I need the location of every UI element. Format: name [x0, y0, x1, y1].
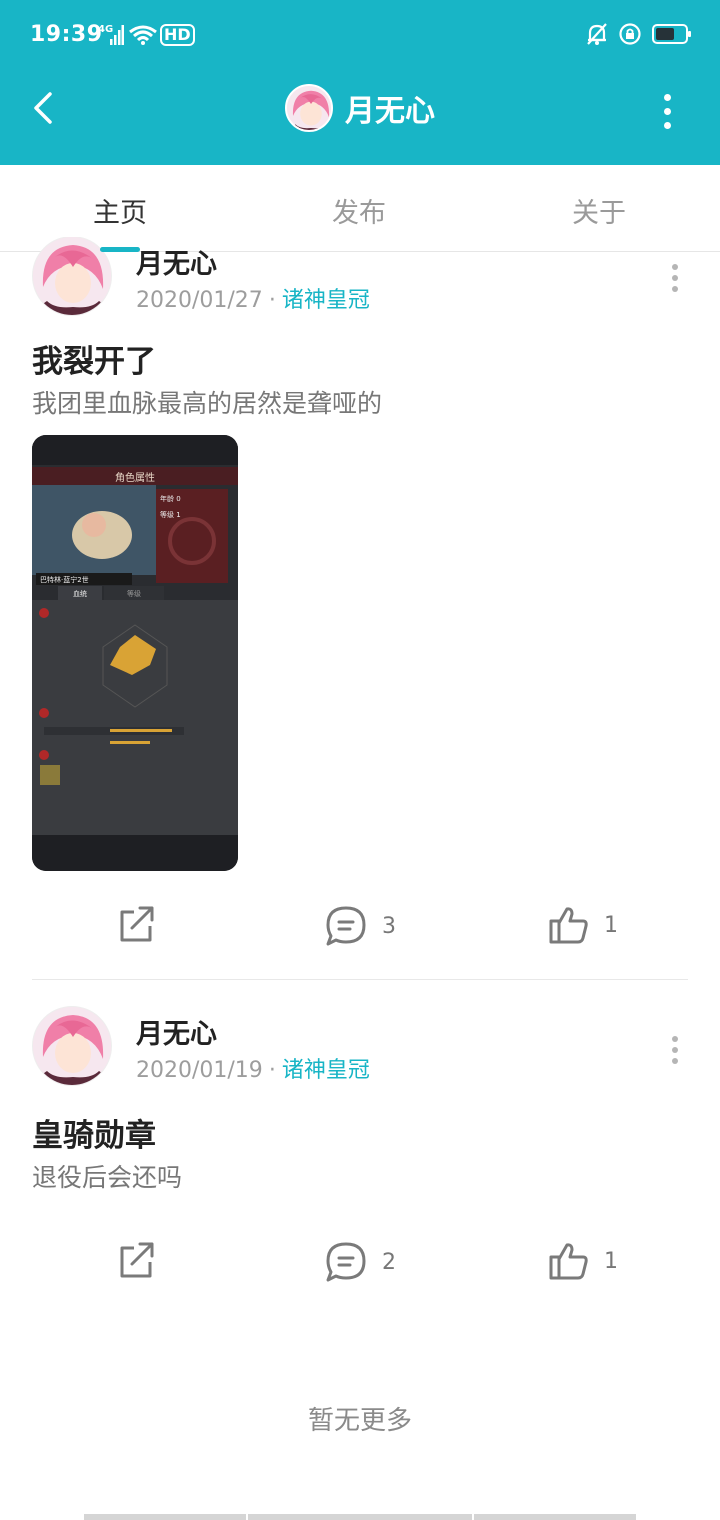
battery-icon: [652, 24, 691, 44]
post-image[interactable]: 角色属性 年龄 0 等级 1 巴特林·蓝宁2世 血统 等级: [32, 435, 238, 871]
post-meta: 2020/01/27 · 诸神皇冠: [136, 282, 370, 314]
thumbs-up-icon: [549, 1243, 588, 1280]
active-tab-indicator: [100, 247, 140, 252]
profile-title: 月无心: [0, 84, 720, 132]
signal-icon: [110, 25, 124, 45]
post-date: 2020/01/19: [136, 1058, 263, 1083]
mute-bell-icon: [587, 23, 607, 45]
like-count: 1: [604, 1248, 618, 1274]
post-card[interactable]: 月无心 2020/01/27 · 诸神皇冠 我裂开了 我团里血脉最高的居然是聋哑的 …: [32, 236, 688, 981]
screenshot-tab-2: 等级: [127, 589, 141, 598]
game-screenshot: 角色属性 年龄 0 等级 1 巴特林·蓝宁2世 血统 等级: [32, 435, 238, 871]
post-body: 退役后会还吗: [32, 1163, 183, 1192]
club-link[interactable]: 诸神皇冠: [282, 288, 370, 313]
tab-bar-cover: 主页 发布 关于: [0, 165, 720, 237]
like-count: 1: [604, 912, 618, 938]
more-options-icon[interactable]: [664, 94, 672, 136]
wifi-icon: [129, 25, 157, 45]
hd-badge: HD: [160, 24, 195, 46]
post-body: 我团里血脉最高的居然是聋哑的: [32, 389, 383, 418]
tab-home-label[interactable]: 主页: [93, 191, 147, 230]
nav-gesture-bar: [474, 1514, 636, 1520]
post-title: 皇骑勋章: [32, 1118, 156, 1154]
like-button[interactable]: 1: [548, 1240, 618, 1282]
status-bar: 19:39 4G HD: [0, 0, 720, 72]
app-header: 19:39 4G HD 月无心: [0, 0, 720, 165]
comment-icon: [326, 906, 366, 946]
stat-age: 年龄 0: [160, 494, 181, 503]
share-icon: [120, 1242, 154, 1278]
status-icons: [586, 22, 692, 46]
character-name: 巴特林·蓝宁2世: [40, 575, 89, 584]
status-time: 19:39: [30, 22, 103, 47]
post-divider: [32, 979, 688, 980]
post-title: 我裂开了: [32, 344, 156, 380]
screenshot-tab-1: 血统: [73, 589, 87, 598]
title-bar: 月无心: [0, 72, 720, 165]
meta-separator: ·: [268, 1058, 276, 1083]
post-date: 2020/01/27: [136, 288, 263, 313]
post-actions: 2 1: [32, 1240, 688, 1290]
post-actions: 3 1: [32, 904, 688, 954]
share-icon: [120, 906, 154, 942]
comment-icon: [326, 1242, 366, 1282]
comment-button[interactable]: 3: [324, 904, 396, 948]
author-name[interactable]: 月无心: [136, 242, 217, 281]
meta-separator: ·: [268, 288, 276, 313]
post-options-icon[interactable]: [672, 264, 678, 297]
rotation-lock-icon: [619, 23, 641, 45]
avatar-image: [287, 86, 331, 130]
no-more-text: 暂无更多: [307, 1406, 412, 1436]
avatar[interactable]: [32, 1006, 112, 1086]
nav-gesture-bar: [84, 1514, 246, 1520]
screenshot-title: 角色属性: [115, 471, 155, 484]
comment-count: 3: [382, 913, 396, 939]
avatar: [285, 84, 333, 132]
like-button[interactable]: 1: [548, 904, 618, 946]
post-options-icon[interactable]: [672, 1036, 678, 1069]
tab-about-label[interactable]: 关于: [572, 191, 626, 230]
thumbs-up-icon: [549, 907, 588, 944]
author-name[interactable]: 月无心: [136, 1012, 217, 1051]
share-button[interactable]: [116, 1240, 156, 1280]
avatar-image: [33, 1007, 111, 1085]
post-meta: 2020/01/19 · 诸神皇冠: [136, 1052, 370, 1084]
club-link[interactable]: 诸神皇冠: [282, 1058, 370, 1083]
tab-posts-label[interactable]: 发布: [332, 191, 386, 230]
share-button[interactable]: [116, 904, 156, 944]
post-card[interactable]: 月无心 2020/01/19 · 诸神皇冠 皇骑勋章 退役后会还吗 2 1: [32, 1006, 688, 1296]
stat-level: 等级 1: [160, 510, 181, 519]
comment-count: 2: [382, 1249, 396, 1275]
page-title: 月无心: [345, 94, 435, 129]
comment-button[interactable]: 2: [324, 1240, 396, 1284]
nav-gesture-bar: [248, 1514, 472, 1520]
